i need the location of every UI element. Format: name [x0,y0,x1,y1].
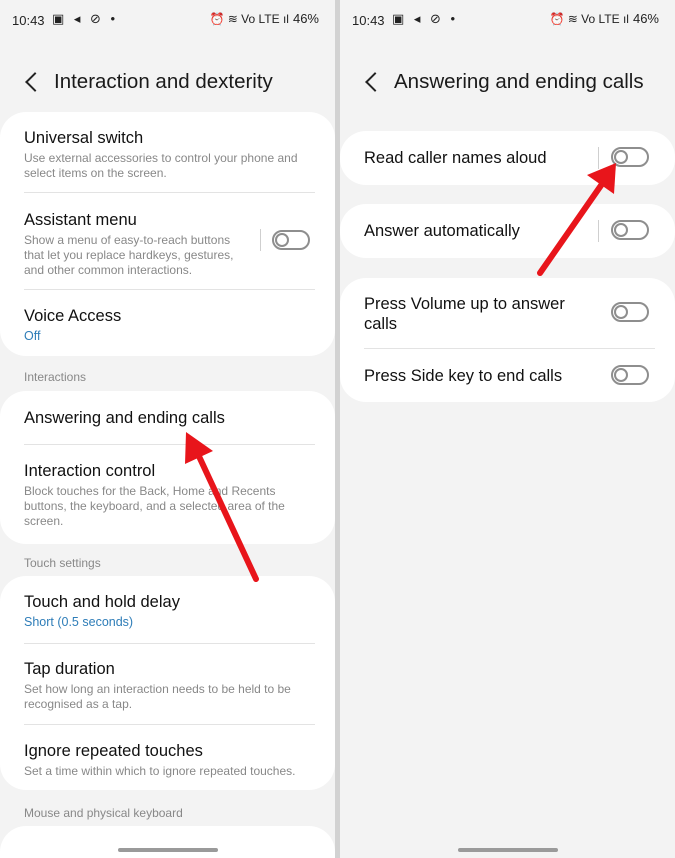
touch-hold-delay-item[interactable]: Touch and hold delay Short (0.5 seconds) [0,592,335,630]
item-title: Touch and hold delay [24,593,180,611]
item-subtitle: Show a menu of easy-to-reach buttons tha… [24,233,234,277]
page-header: Answering and ending calls [340,60,675,104]
item-title: Ignore repeated touches [24,742,203,760]
notification-icons: ▣ ◂ ⊘ • [392,11,459,26]
settings-card-buttons: Press Volume up to answer calls Press Si… [340,278,675,402]
answering-ending-calls-item[interactable]: Answering and ending calls [0,408,335,428]
divider [364,348,655,349]
divider [24,724,315,725]
settings-card-read-names: Read caller names aloud [340,131,675,185]
divider [24,444,315,445]
item-status: Short (0.5 seconds) [24,615,134,629]
item-title: Press Side key to end calls [364,367,563,385]
divider [598,147,599,169]
item-title: Assistant menu [24,211,137,229]
voice-access-item[interactable]: Voice Access Off [0,306,335,344]
back-arrow-icon[interactable] [362,72,382,92]
status-time: 10:43 [352,13,385,28]
signal-icon: ⏰ ≋ Vo LTE ıl [209,11,289,26]
page-title: Interaction and dexterity [54,70,273,93]
side-key-end-toggle[interactable] [611,365,649,385]
right-screen: 10:43 ▣ ◂ ⊘ • ⏰ ≋ Vo LTE ıl 46% Answerin… [340,0,675,858]
read-caller-names-toggle[interactable] [611,147,649,167]
section-header-touch-settings: Touch settings [24,556,101,570]
item-title: Universal switch [24,129,144,147]
item-title: Tap duration [24,660,115,678]
item-subtitle: Set a time within which to ignore repeat… [24,764,296,778]
back-arrow-icon[interactable] [22,72,42,92]
battery-level: 46% [292,11,319,26]
settings-card-general: Universal switch Use external accessorie… [0,112,335,356]
settings-card-answer-auto: Answer automatically [340,204,675,258]
item-subtitle: Set how long an interaction needs to be … [24,682,291,711]
divider [260,229,261,251]
system-icons: ⏰ ≋ Vo LTE ıl 46% [210,11,320,26]
settings-card-mouse [0,826,335,858]
battery-level: 46% [632,11,659,26]
divider [24,643,315,644]
ignore-repeated-touches-item[interactable]: Ignore repeated touches Set a time withi… [0,741,335,779]
item-subtitle: Block touches for the Back, Home and Rec… [24,484,285,528]
volume-up-answer-toggle[interactable] [611,302,649,322]
item-subtitle: Use external accessories to control your… [24,151,298,180]
system-icons: ⏰ ≋ Vo LTE ıl 46% [550,11,660,26]
status-time: 10:43 [12,13,45,28]
settings-card-touch: Touch and hold delay Short (0.5 seconds)… [0,576,335,790]
item-title: Answer automatically [364,222,520,240]
item-title: Voice Access [24,307,122,325]
annotation-arrow [537,163,616,276]
status-bar: 10:43 ▣ ◂ ⊘ • ⏰ ≋ Vo LTE ıl 46% [340,0,675,40]
universal-switch-item[interactable]: Universal switch Use external accessorie… [0,128,335,181]
section-header-mouse-keyboard: Mouse and physical keyboard [24,806,183,820]
item-title: Read caller names aloud [364,149,547,167]
assistant-menu-toggle[interactable] [272,230,310,250]
signal-icon: ⏰ ≋ Vo LTE ıl [549,11,629,26]
item-title: Interaction control [24,462,156,480]
page-title: Answering and ending calls [394,70,644,93]
section-header-interactions: Interactions [24,370,87,384]
divider [598,220,599,242]
divider [24,289,315,290]
status-bar: 10:43 ▣ ◂ ⊘ • ⏰ ≋ Vo LTE ıl 46% [0,0,335,40]
interaction-control-item[interactable]: Interaction control Block touches for th… [0,461,335,529]
tap-duration-item[interactable]: Tap duration Set how long an interaction… [0,659,335,712]
settings-card-interactions: Answering and ending calls Interaction c… [0,391,335,544]
item-title: Press Volume up to answer calls [364,295,565,333]
item-status: Off [24,329,41,343]
answer-automatically-toggle[interactable] [611,220,649,240]
notification-icons: ▣ ◂ ⊘ • [52,11,119,26]
page-header: Interaction and dexterity [0,60,335,104]
divider [24,192,315,193]
item-title: Answering and ending calls [24,409,225,427]
gesture-bar [117,848,218,852]
gesture-bar [457,848,558,852]
left-screen: 10:43 ▣ ◂ ⊘ • ⏰ ≋ Vo LTE ıl 46% Interact… [0,0,335,858]
